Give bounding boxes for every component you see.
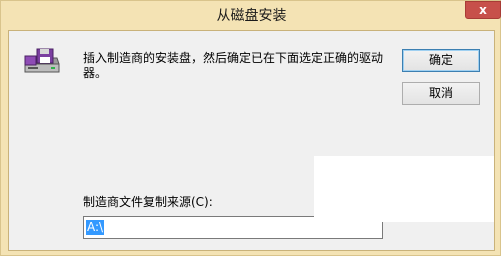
- source-path-value: A:\: [86, 220, 105, 235]
- cancel-button[interactable]: 取消: [402, 82, 480, 105]
- ok-button[interactable]: 确定: [402, 49, 480, 72]
- title-bar[interactable]: 从磁盘安装 x: [1, 1, 501, 27]
- disk-drive-icon: [24, 48, 60, 73]
- window-title: 从磁盘安装: [216, 8, 287, 24]
- white-overlay: [314, 156, 494, 222]
- dialog-window: 从磁盘安装 x 插入制造商的安装盘，然后确定已在下面选定正确的驱动器。 确定 取…: [0, 0, 501, 256]
- source-label: 制造商文件复制来源(C):: [83, 195, 213, 209]
- close-button[interactable]: x: [465, 1, 501, 19]
- instruction-text: 插入制造商的安装盘，然后确定已在下面选定正确的驱动器。: [83, 51, 384, 80]
